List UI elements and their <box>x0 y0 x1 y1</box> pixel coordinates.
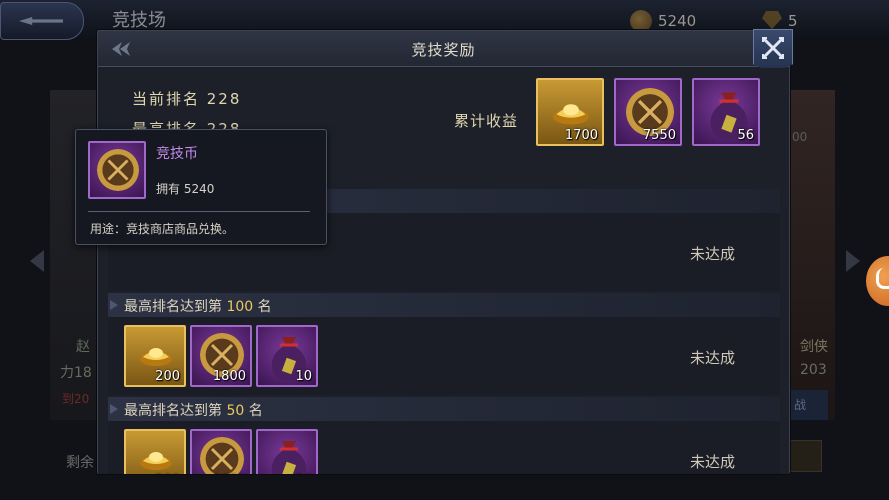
row-marker-icon <box>110 300 118 310</box>
gold-ingot-icon <box>553 104 589 125</box>
item-quantity: 200 <box>155 473 180 474</box>
reward-item-ingot[interactable]: 200 <box>124 429 186 474</box>
treasure-bag-icon <box>271 441 307 474</box>
tooltip-item-name: 竞技币 <box>156 146 198 162</box>
challenge-button[interactable]: 战 <box>788 390 828 420</box>
gem-count: 5 <box>788 12 798 30</box>
reward-row-title: 最高排名达到第 100 名 <box>124 299 272 315</box>
current-rank: 当前排名 228 <box>132 90 242 108</box>
back-button[interactable] <box>0 2 84 40</box>
reward-row-title: 最高排名达到第 50 名 <box>124 403 263 419</box>
crossed-swords-icon <box>107 159 129 181</box>
reward-item-bag[interactable]: 10 <box>256 325 318 387</box>
reward-row-header-100: 最高排名达到第 100 名 <box>108 293 780 317</box>
reward-item-ingot[interactable]: 200 <box>124 325 186 387</box>
tooltip-divider <box>88 211 310 212</box>
right-card-power: 203 <box>800 362 827 378</box>
item-quantity: 10 <box>295 473 312 474</box>
arena-reward-dialog: 竞技奖励 当前排名 228 最高排名 228 累计收益 1700 7 <box>97 29 793 474</box>
crossed-swords-icon <box>210 447 234 471</box>
cumulative-item-arena-coin[interactable]: 7550 <box>614 78 682 146</box>
item-quantity: 7550 <box>642 128 676 143</box>
reward-status: 未达成 <box>690 245 736 263</box>
tooltip-owned-count: 拥有 5240 <box>156 182 215 196</box>
reward-row-100: 200 1800 10 未达成 <box>108 317 780 395</box>
reward-row-header-50: 最高排名达到第 50 名 <box>108 397 780 421</box>
close-button[interactable] <box>753 29 793 73</box>
dialog-header: 竞技奖励 <box>98 31 789 67</box>
reward-item-arena-coin[interactable]: 2000 <box>190 429 252 474</box>
tooltip-description: 用途：竞技商店商品兑换。 <box>90 222 235 236</box>
item-quantity: 2000 <box>213 473 246 474</box>
cumulative-item-bag[interactable]: 56 <box>692 78 760 146</box>
item-quantity: 1800 <box>212 369 246 384</box>
item-quantity: 56 <box>737 128 754 143</box>
remaining-label: 剩余 <box>66 455 94 471</box>
left-card-name: 赵 <box>76 339 90 355</box>
arena-coin-icon <box>200 437 244 474</box>
close-icon <box>762 37 784 59</box>
right-card-stat: 00 <box>792 130 808 144</box>
item-quantity: 1700 <box>564 128 598 143</box>
challenge-label: 战 <box>794 398 807 412</box>
right-card-name: 剑侠 <box>800 339 828 355</box>
coin-icon <box>630 10 652 32</box>
arena-coin-icon <box>97 149 139 191</box>
cumulative-item-ingot[interactable]: 1700 <box>536 78 604 146</box>
row-marker-icon <box>110 404 118 414</box>
reward-status: 未达成 <box>690 349 736 367</box>
dialog-title: 竞技奖励 <box>411 41 476 59</box>
item-quantity: 10 <box>295 369 312 384</box>
item-quantity: 200 <box>155 369 180 384</box>
reward-item-bag[interactable]: 10 <box>256 429 318 474</box>
cumulative-earnings-label: 累计收益 <box>454 112 519 130</box>
reward-item-arena-coin[interactable]: 1800 <box>190 325 252 387</box>
gold-ingot-icon <box>140 452 172 470</box>
tooltip-item-tile <box>88 141 146 199</box>
item-tooltip: 竞技币 拥有 5240 用途：竞技商店商品兑换。 <box>75 129 327 245</box>
screen-title: 竞技场 <box>112 10 166 31</box>
reward-status: 未达成 <box>690 453 736 471</box>
reward-row-50: 200 2000 10 未达成 <box>108 421 780 474</box>
gold-ingot-icon <box>140 348 172 366</box>
left-card-rank: 到20 <box>62 392 90 406</box>
left-card-power: 力18 <box>60 365 92 381</box>
coin-count: 5240 <box>658 12 697 30</box>
